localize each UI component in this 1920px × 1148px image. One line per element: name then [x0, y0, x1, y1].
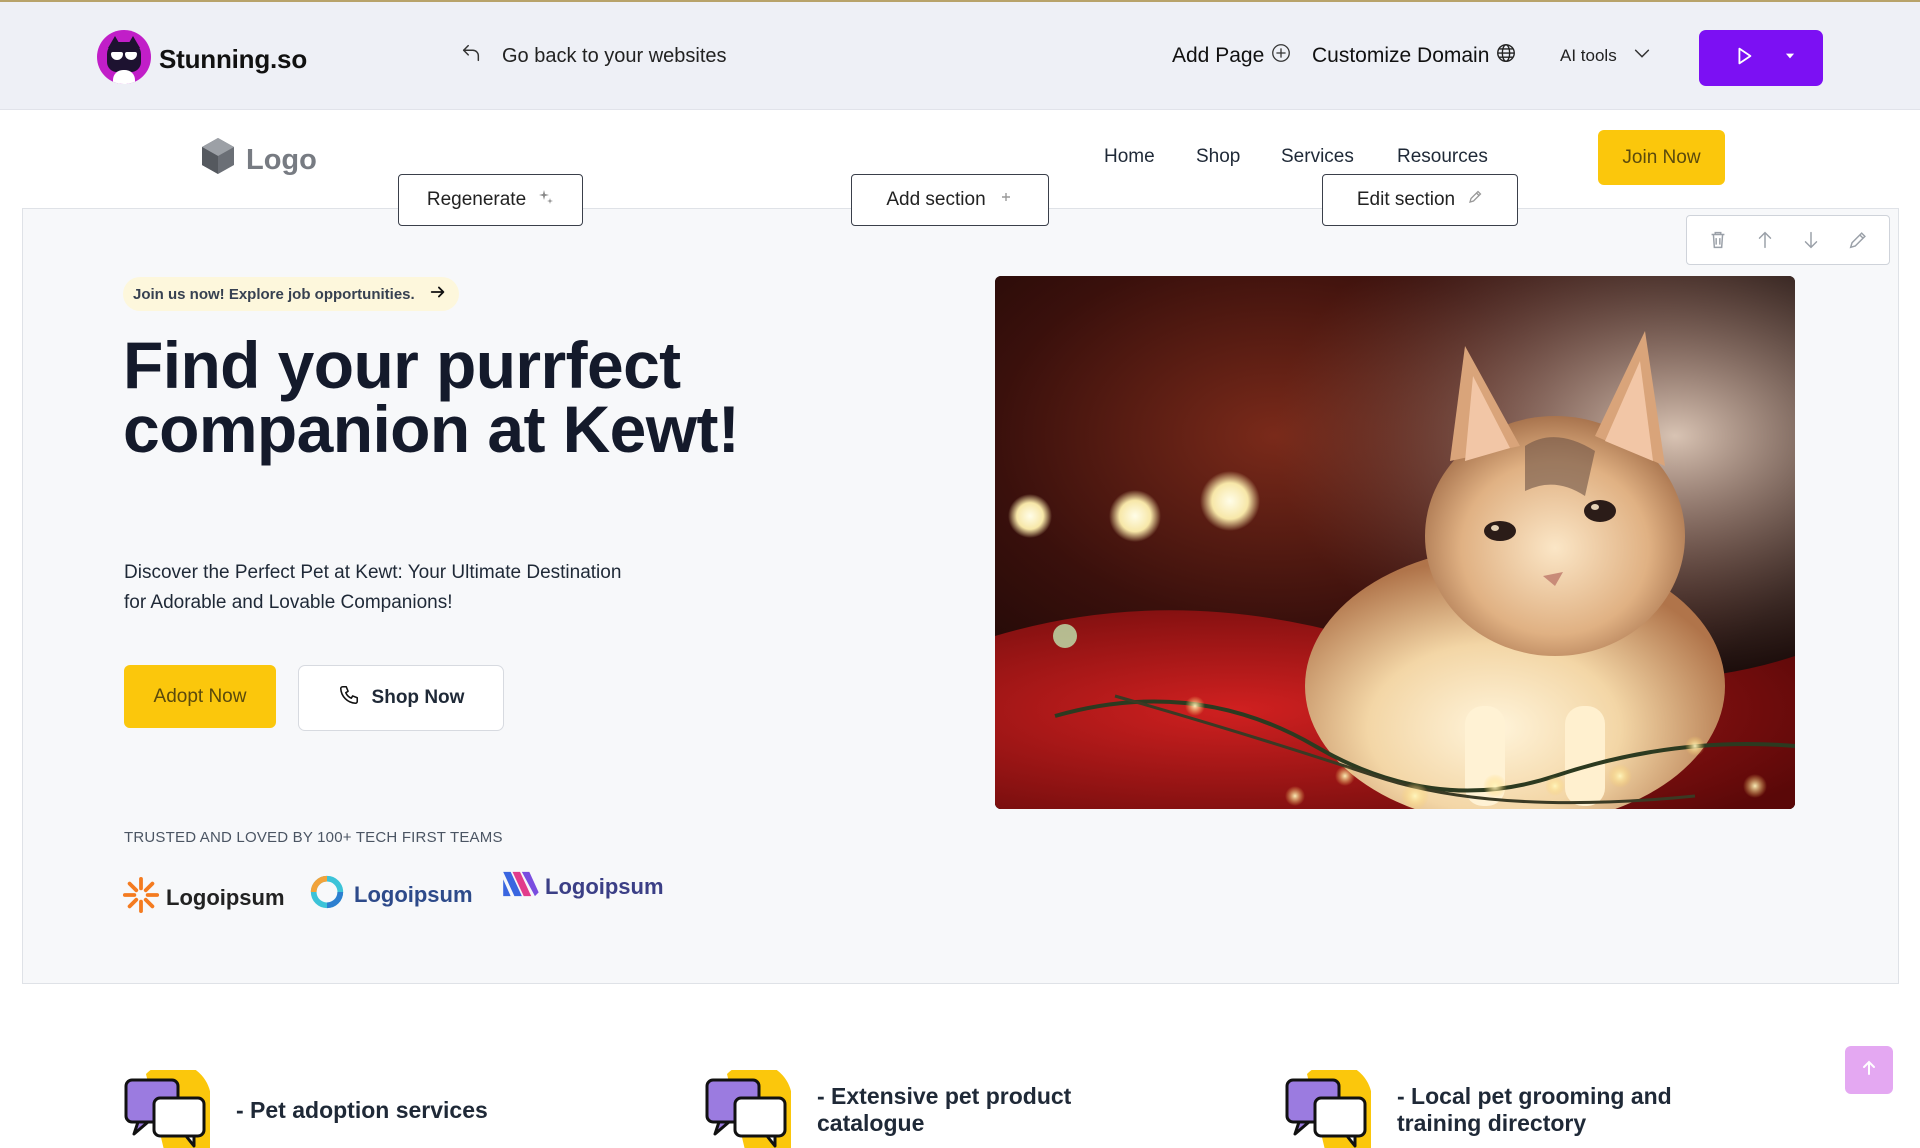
back-to-websites-link[interactable]: Go back to your websites: [460, 42, 727, 70]
plus-icon: [998, 189, 1014, 211]
chevron-down-icon: [1631, 42, 1653, 69]
customize-domain-label: Customize Domain: [1312, 44, 1490, 67]
arrow-down-icon[interactable]: [1800, 229, 1822, 251]
preview-publish-button[interactable]: [1699, 30, 1823, 86]
brand[interactable]: Stunning.so: [97, 30, 307, 84]
plus-circle-icon: [1270, 42, 1292, 70]
announcement-text: Join us now! Explore job opportunities.: [133, 285, 415, 303]
cube-icon: [200, 136, 236, 184]
pencil-icon[interactable]: [1847, 229, 1869, 251]
caret-down-icon[interactable]: [1783, 49, 1797, 68]
brand-name: Stunning.so: [159, 43, 307, 74]
globe-icon: [1495, 42, 1517, 70]
join-now-button[interactable]: Join Now: [1598, 130, 1725, 185]
add-page-label: Add Page: [1172, 44, 1265, 67]
scroll-to-top-button[interactable]: [1845, 1046, 1893, 1094]
partner-logo-text: Logoipsum: [166, 885, 285, 910]
adopt-now-button[interactable]: Adopt Now: [124, 665, 276, 728]
chat-bubbles-icon: [705, 1062, 793, 1148]
feature-text: - Extensive pet product catalogue: [817, 1083, 1072, 1136]
regenerate-button[interactable]: Regenerate: [398, 174, 583, 226]
partner-logo: Logoipsum: [501, 870, 664, 904]
hero-headline: Find your purrfect companion at Kewt!: [123, 328, 740, 466]
announcement-pill[interactable]: Join us now! Explore job opportunities.: [123, 277, 459, 311]
edit-section-label: Edit section: [1356, 189, 1456, 210]
feature-text: - Pet adoption services: [236, 1096, 488, 1123]
partner-logo: Logoipsum: [122, 876, 285, 920]
partner-logo: Logoipsum: [306, 873, 473, 917]
ai-tools-label: AI tools: [1560, 45, 1617, 65]
regenerate-label: Regenerate: [426, 189, 527, 210]
trusted-by-label: TRUSTED AND LOVED BY 100+ TECH FIRST TEA…: [124, 829, 503, 846]
feature-item: - Extensive pet product catalogue: [705, 1062, 1107, 1148]
sparkle-icon: [538, 189, 554, 211]
play-icon: [1733, 45, 1755, 72]
sunburst-logo-icon: [122, 876, 160, 920]
ai-tools-dropdown[interactable]: AI tools: [1560, 42, 1653, 69]
edit-section-button[interactable]: Edit section: [1322, 174, 1518, 226]
hero-cat-photo: [995, 276, 1795, 809]
arrow-up-icon: [1859, 1058, 1879, 1083]
ring-logo-icon: [306, 873, 348, 917]
phone-icon: [338, 684, 360, 712]
feature-item: - Pet adoption services: [124, 1062, 488, 1148]
add-page-button[interactable]: Add Page: [1172, 42, 1292, 70]
nav-resources[interactable]: Resources: [1397, 146, 1488, 168]
shop-now-button[interactable]: Shop Now: [298, 665, 504, 731]
trash-icon[interactable]: [1707, 229, 1729, 251]
partner-logo-text: Logoipsum: [545, 874, 664, 899]
chat-bubbles-icon: [1285, 1062, 1373, 1148]
stripes-logo-icon: [501, 870, 539, 904]
nav-home[interactable]: Home: [1104, 146, 1155, 168]
add-section-label: Add section: [886, 189, 986, 210]
arrow-up-icon[interactable]: [1754, 229, 1776, 251]
add-section-button[interactable]: Add section: [851, 174, 1049, 226]
shop-now-label: Shop Now: [371, 687, 465, 708]
nav-shop[interactable]: Shop: [1196, 146, 1240, 168]
customize-domain-button[interactable]: Customize Domain: [1312, 42, 1517, 70]
pencil-icon: [1467, 189, 1483, 211]
partner-logo-text: Logoipsum: [354, 882, 473, 907]
site-logo[interactable]: Logo: [200, 136, 317, 184]
feature-item: - Local pet grooming and training direct…: [1285, 1062, 1697, 1148]
section-tools: [1686, 215, 1890, 265]
site-logo-text: Logo: [246, 143, 317, 176]
editor-toolbar: Stunning.so Go back to your websites Add…: [0, 0, 1920, 110]
stunning-logo-icon: [97, 30, 151, 84]
arrow-right-icon: [429, 283, 447, 305]
back-label: Go back to your websites: [502, 44, 727, 67]
chat-bubbles-icon: [124, 1062, 212, 1148]
feature-text: - Local pet grooming and training direct…: [1397, 1083, 1672, 1136]
undo-arrow-icon: [460, 42, 482, 70]
nav-services[interactable]: Services: [1281, 146, 1354, 168]
hero-subtext: Discover the Perfect Pet at Kewt: Your U…: [124, 562, 622, 613]
